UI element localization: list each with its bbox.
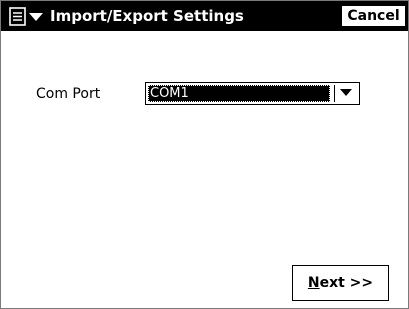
next-button-label: ext >> <box>319 275 374 291</box>
com-port-label: Com Port <box>36 86 101 102</box>
chevron-down-icon[interactable] <box>334 85 357 102</box>
next-button[interactable]: Next >> <box>292 265 389 301</box>
next-button-mnemonic: N <box>307 275 320 291</box>
start-menu-icon[interactable] <box>9 7 47 26</box>
com-port-selected-value: COM1 <box>148 85 330 102</box>
com-port-dropdown[interactable]: COM1 <box>145 82 360 105</box>
title-bar: Import/Export Settings Cancel <box>1 1 408 31</box>
cancel-button[interactable]: Cancel <box>341 5 406 27</box>
import-export-settings-window: Import/Export Settings Cancel Com Port C… <box>0 0 409 309</box>
window-title: Import/Export Settings <box>50 7 244 25</box>
